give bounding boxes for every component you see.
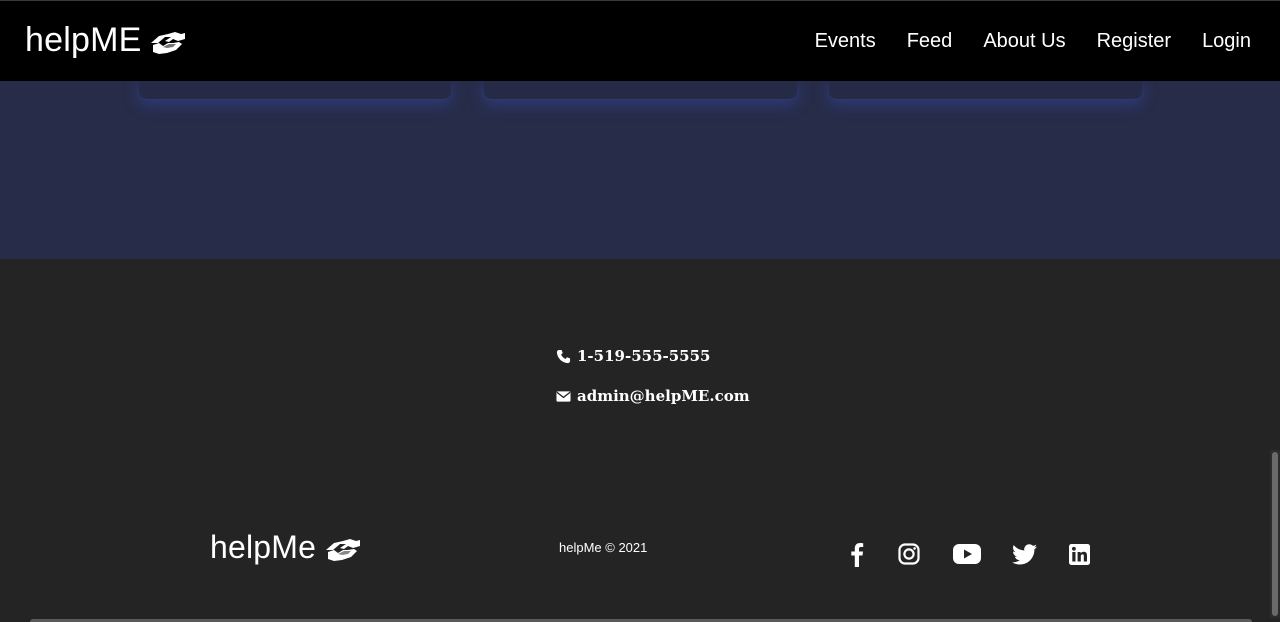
email-contact: admin@helpME.com bbox=[556, 386, 750, 406]
top-navbar: helpME Events Feed About Us Register Log… bbox=[0, 0, 1280, 81]
footer-brand[interactable]: helpMe bbox=[210, 529, 362, 566]
phone-icon bbox=[556, 349, 571, 363]
envelope-icon bbox=[556, 390, 571, 402]
handshake-icon bbox=[149, 26, 187, 56]
site-footer: 1-519-555-5555 admin@helpME.com helpMe h… bbox=[0, 259, 1280, 622]
contact-info: 1-519-555-5555 admin@helpME.com bbox=[556, 346, 750, 426]
linkedin-link[interactable] bbox=[1068, 541, 1090, 567]
nav-register-link[interactable]: Register bbox=[1097, 29, 1171, 53]
brand-name: helpME bbox=[25, 21, 142, 59]
event-card[interactable] bbox=[829, 81, 1142, 100]
twitter-icon bbox=[1011, 543, 1037, 564]
instagram-icon bbox=[898, 543, 920, 565]
facebook-icon bbox=[851, 543, 864, 567]
content-section bbox=[0, 81, 1280, 259]
facebook-link[interactable] bbox=[848, 541, 866, 567]
nav-events-link[interactable]: Events bbox=[815, 29, 876, 53]
main-nav: Events Feed About Us Register Login bbox=[815, 29, 1251, 53]
nav-feed-link[interactable]: Feed bbox=[907, 29, 953, 53]
brand-logo-link[interactable]: helpME bbox=[25, 21, 187, 60]
linkedin-icon bbox=[1068, 543, 1090, 565]
email-address[interactable]: admin@helpME.com bbox=[577, 387, 750, 405]
event-card[interactable] bbox=[484, 81, 797, 100]
copyright-text: helpMe © 2021 bbox=[559, 540, 648, 555]
youtube-link[interactable] bbox=[953, 541, 981, 567]
social-links bbox=[848, 541, 1090, 567]
scrollbar-thumb[interactable] bbox=[1272, 452, 1278, 616]
footer-brand-name: helpMe bbox=[210, 529, 317, 565]
phone-contact: 1-519-555-5555 bbox=[556, 346, 750, 366]
twitter-link[interactable] bbox=[1011, 541, 1037, 567]
event-card[interactable] bbox=[139, 81, 451, 100]
nav-login-link[interactable]: Login bbox=[1202, 29, 1251, 53]
handshake-icon bbox=[324, 533, 362, 563]
youtube-icon bbox=[953, 544, 981, 564]
page: helpME Events Feed About Us Register Log… bbox=[0, 0, 1280, 622]
instagram-link[interactable] bbox=[897, 541, 921, 567]
phone-number[interactable]: 1-519-555-5555 bbox=[577, 347, 710, 365]
nav-about-us-link[interactable]: About Us bbox=[983, 29, 1065, 53]
